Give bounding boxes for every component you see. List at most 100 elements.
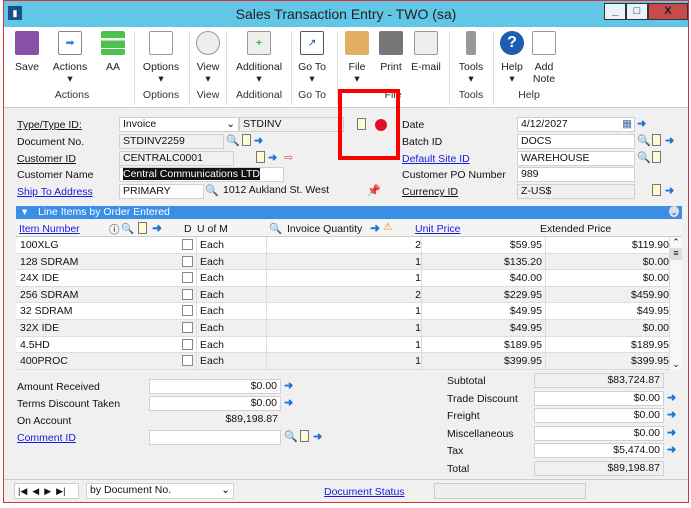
arrow-right-icon[interactable]: ➜ [284, 379, 293, 393]
item-number-cell[interactable]: 128 SDRAM [20, 254, 78, 270]
calendar-icon[interactable]: ▦ [622, 118, 632, 131]
expand-icon[interactable]: ⌄ [669, 206, 679, 217]
arrow-right-icon[interactable]: ➜ [152, 221, 162, 235]
arrow-right-icon[interactable]: ➜ [667, 443, 676, 457]
arrow-right-icon[interactable]: ➜ [313, 430, 322, 444]
options-button[interactable]: Options ▾ [140, 31, 182, 85]
unit-price-cell[interactable]: $189.95 [421, 336, 545, 353]
arrow-right-icon[interactable]: ➜ [667, 391, 676, 405]
lookup-icon[interactable]: 🔍 [269, 222, 282, 235]
quantity-cell[interactable]: 1 [266, 336, 421, 353]
ship-to-field[interactable]: PRIMARY [119, 184, 204, 199]
quantity-cell[interactable]: 2 [266, 286, 421, 303]
lookup-icon[interactable]: 🔍 [637, 151, 651, 165]
comment-id-field[interactable] [149, 430, 281, 445]
actions-button[interactable]: ➡ Actions ▾ [50, 31, 90, 85]
grid-scrollbar[interactable]: ⌃ ≡ ⌄ [669, 237, 682, 370]
arrow-right-icon[interactable]: ➜ [637, 117, 646, 131]
drop-ship-checkbox[interactable] [182, 255, 193, 267]
note-icon[interactable] [256, 151, 265, 167]
uom-cell[interactable]: Each [196, 336, 266, 353]
table-row[interactable]: 100XLG Each 2 $59.95 $119.90 [16, 237, 669, 254]
maximize-button[interactable]: □ [626, 3, 648, 20]
site-id-field[interactable]: WAREHOUSE [517, 151, 635, 166]
note-icon[interactable] [242, 134, 251, 150]
view-button[interactable]: View ▾ [193, 31, 223, 85]
customer-id-field[interactable]: CENTRALC0001 [119, 151, 234, 166]
quantity-cell[interactable]: 1 [266, 353, 421, 370]
lookup-icon[interactable]: 🔍 [226, 134, 240, 148]
item-number-cell[interactable]: 400PROC [20, 353, 68, 369]
note-icon[interactable] [138, 222, 147, 237]
type-select[interactable]: Invoice ⌄ [119, 117, 239, 132]
table-row[interactable]: 400PROC Each 1 $399.95 $399.95 [16, 353, 669, 370]
additional-button[interactable]: + Additional ▾ [231, 31, 287, 85]
comment-id-link[interactable]: Comment ID [17, 432, 76, 444]
aa-button[interactable]: AA [100, 31, 126, 73]
uom-cell[interactable]: Each [196, 237, 266, 253]
arrow-right-icon[interactable]: ➜ [268, 151, 277, 165]
drop-ship-checkbox[interactable] [182, 322, 193, 333]
table-row[interactable]: 32 SDRAM Each 1 $49.95 $49.95 [16, 303, 669, 320]
arrow-right-icon[interactable]: ➜ [284, 396, 293, 410]
address-pin-icon[interactable]: 📌 [367, 184, 381, 198]
quantity-cell[interactable]: 1 [266, 320, 421, 336]
last-record-button[interactable]: ▶| [56, 486, 65, 496]
minimize-button[interactable]: _ [604, 3, 626, 20]
unit-price-cell[interactable]: $399.95 [421, 353, 545, 370]
type-id-field[interactable]: STDINV [239, 117, 344, 132]
save-button[interactable]: Save [12, 31, 42, 73]
arrow-right-icon[interactable]: ➜ [667, 408, 676, 422]
quantity-cell[interactable]: 1 [266, 303, 421, 320]
item-number-cell[interactable]: 4.5HD [20, 337, 50, 353]
arrow-right-icon[interactable]: ➜ [665, 134, 674, 148]
uom-cell[interactable]: Each [196, 353, 266, 370]
item-number-cell[interactable]: 32X IDE [20, 320, 59, 336]
tax-field[interactable]: $5,474.00 [534, 443, 664, 458]
email-button[interactable]: E-mail [410, 31, 442, 73]
date-field[interactable]: 4/12/2027 ▦ [517, 117, 635, 132]
note-icon[interactable] [300, 430, 309, 446]
goto-button[interactable]: ↗ Go To ▾ [295, 31, 329, 85]
trade-field[interactable]: $0.00 [534, 390, 664, 406]
lookup-icon[interactable]: 🔍 [637, 134, 651, 148]
customer-name-field[interactable]: Central Communications LTD [119, 167, 284, 182]
item-number-cell[interactable]: 100XLG [20, 237, 59, 253]
lookup-icon[interactable]: 🔍 [284, 430, 298, 444]
col-unit-price[interactable]: Unit Price [415, 223, 461, 235]
item-number-cell[interactable]: 24X IDE [20, 270, 59, 286]
unit-price-cell[interactable]: $49.95 [421, 303, 545, 320]
lookup-icon[interactable]: 🔍 [121, 222, 134, 235]
quantity-cell[interactable]: 1 [266, 270, 421, 287]
col-item-number[interactable]: Item Number [19, 223, 80, 235]
uom-cell[interactable]: Each [196, 270, 266, 287]
note-icon[interactable] [652, 151, 661, 167]
terms-discount-field[interactable]: $0.00 [149, 396, 281, 411]
table-row[interactable]: 256 SDRAM Each 2 $229.95 $459.90 [16, 286, 669, 304]
arrow-right-icon[interactable]: ➜ [254, 134, 263, 148]
amount-received-field[interactable]: $0.00 [149, 379, 281, 394]
currency-id-label[interactable]: Currency ID [402, 186, 458, 198]
unit-price-cell[interactable]: $40.00 [421, 270, 545, 287]
table-row[interactable]: 4.5HD Each 1 $189.95 $189.95 [16, 336, 669, 354]
currency-id-field[interactable]: Z-US$ [517, 184, 635, 199]
sort-by-select[interactable]: by Document No. ⌄ [86, 483, 234, 499]
lookup-icon[interactable]: 🔍 [205, 184, 219, 198]
drop-ship-checkbox[interactable] [182, 355, 193, 367]
drop-ship-checkbox[interactable] [182, 288, 193, 300]
item-number-cell[interactable]: 32 SDRAM [20, 303, 73, 319]
uom-cell[interactable]: Each [196, 253, 266, 270]
table-row[interactable]: 128 SDRAM Each 1 $135.20 $0.00 [16, 253, 669, 271]
close-button[interactable]: X [648, 3, 688, 20]
drop-ship-checkbox[interactable] [182, 272, 193, 284]
table-row[interactable]: 32X IDE Each 1 $49.95 $0.00 [16, 320, 669, 337]
default-site-id-link[interactable]: Default Site ID [402, 153, 470, 165]
info-icon[interactable]: ⓘ [109, 222, 120, 237]
ship-to-address-link[interactable]: Ship To Address [17, 186, 93, 198]
drop-ship-checkbox[interactable] [182, 305, 193, 317]
document-status-link[interactable]: Document Status [324, 486, 405, 498]
document-no-field[interactable]: STDINV2259 [119, 134, 224, 149]
collapse-icon[interactable]: ▾ [22, 206, 27, 219]
print-button[interactable]: Print [376, 31, 406, 73]
first-record-button[interactable]: |◀ [18, 486, 27, 496]
